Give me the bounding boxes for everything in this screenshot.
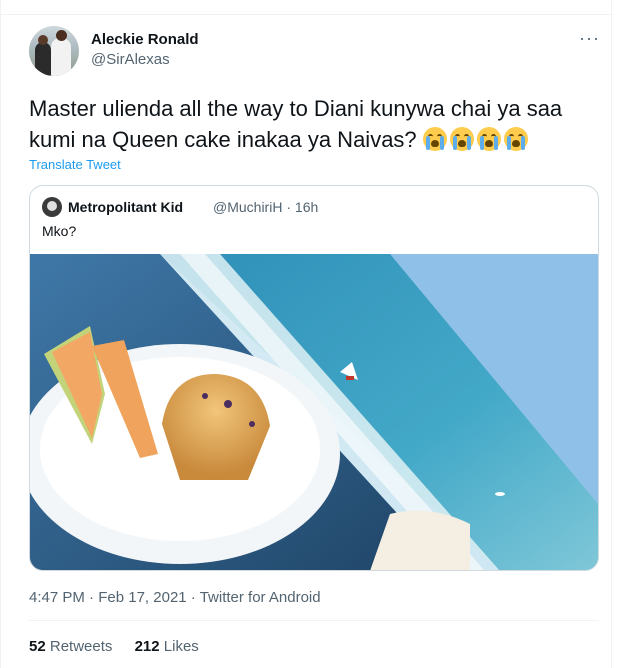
tweet-source[interactable]: Twitter for Android: [200, 589, 321, 606]
likes-count: 212: [134, 638, 160, 655]
loudly-crying-face-icon: [503, 127, 528, 151]
quoted-author-handle[interactable]: @MuchiriH: [213, 199, 282, 215]
tweet-text: Master ulienda all the way to Diani kuny…: [29, 93, 599, 155]
retweets-stat[interactable]: 52 Retweets: [29, 638, 112, 655]
quoted-author-name[interactable]: Metropolitant Kid: [68, 199, 183, 215]
tweet-container: Aleckie Ronald @SirAlexas ··· Master uli…: [0, 0, 613, 668]
likes-stat[interactable]: 212 Likes: [135, 638, 199, 655]
loudly-crying-face-icon: [422, 127, 447, 151]
author-name[interactable]: Aleckie Ronald: [91, 31, 199, 48]
stats-divider: [29, 620, 599, 621]
tweet-timestamp: 4:47 PM · Feb 17, 2021 · Twitter for And…: [29, 589, 321, 606]
avatar[interactable]: [29, 26, 79, 76]
crying-emojis: [422, 127, 531, 152]
loudly-crying-face-icon: [476, 127, 501, 151]
loudly-crying-face-icon: [449, 127, 474, 151]
quoted-meta: @MuchiriH · 16h: [213, 199, 318, 215]
more-options-icon[interactable]: ···: [579, 28, 600, 49]
quoted-photo[interactable]: [30, 254, 598, 570]
quoted-separator: ·: [286, 199, 292, 215]
top-divider: [1, 14, 613, 15]
quoted-tweet[interactable]: Metropolitant Kid @MuchiriH · 16h Mko?: [29, 185, 599, 571]
translate-tweet-link[interactable]: Translate Tweet: [29, 157, 121, 172]
tweet-time[interactable]: 4:47 PM: [29, 589, 85, 606]
tweet-date[interactable]: Feb 17, 2021: [98, 589, 186, 606]
quoted-age[interactable]: 16h: [295, 199, 318, 215]
engagement-stats: 52 Retweets 212 Likes: [29, 638, 217, 655]
quoted-avatar[interactable]: [42, 197, 62, 217]
meta-separator: ·: [89, 589, 95, 606]
retweets-count: 52: [29, 638, 46, 655]
meta-separator: ·: [190, 589, 196, 606]
quoted-text: Mko?: [42, 223, 77, 239]
likes-label: Likes: [163, 638, 199, 655]
author-handle[interactable]: @SirAlexas: [91, 51, 170, 68]
retweets-label: Retweets: [49, 638, 113, 655]
